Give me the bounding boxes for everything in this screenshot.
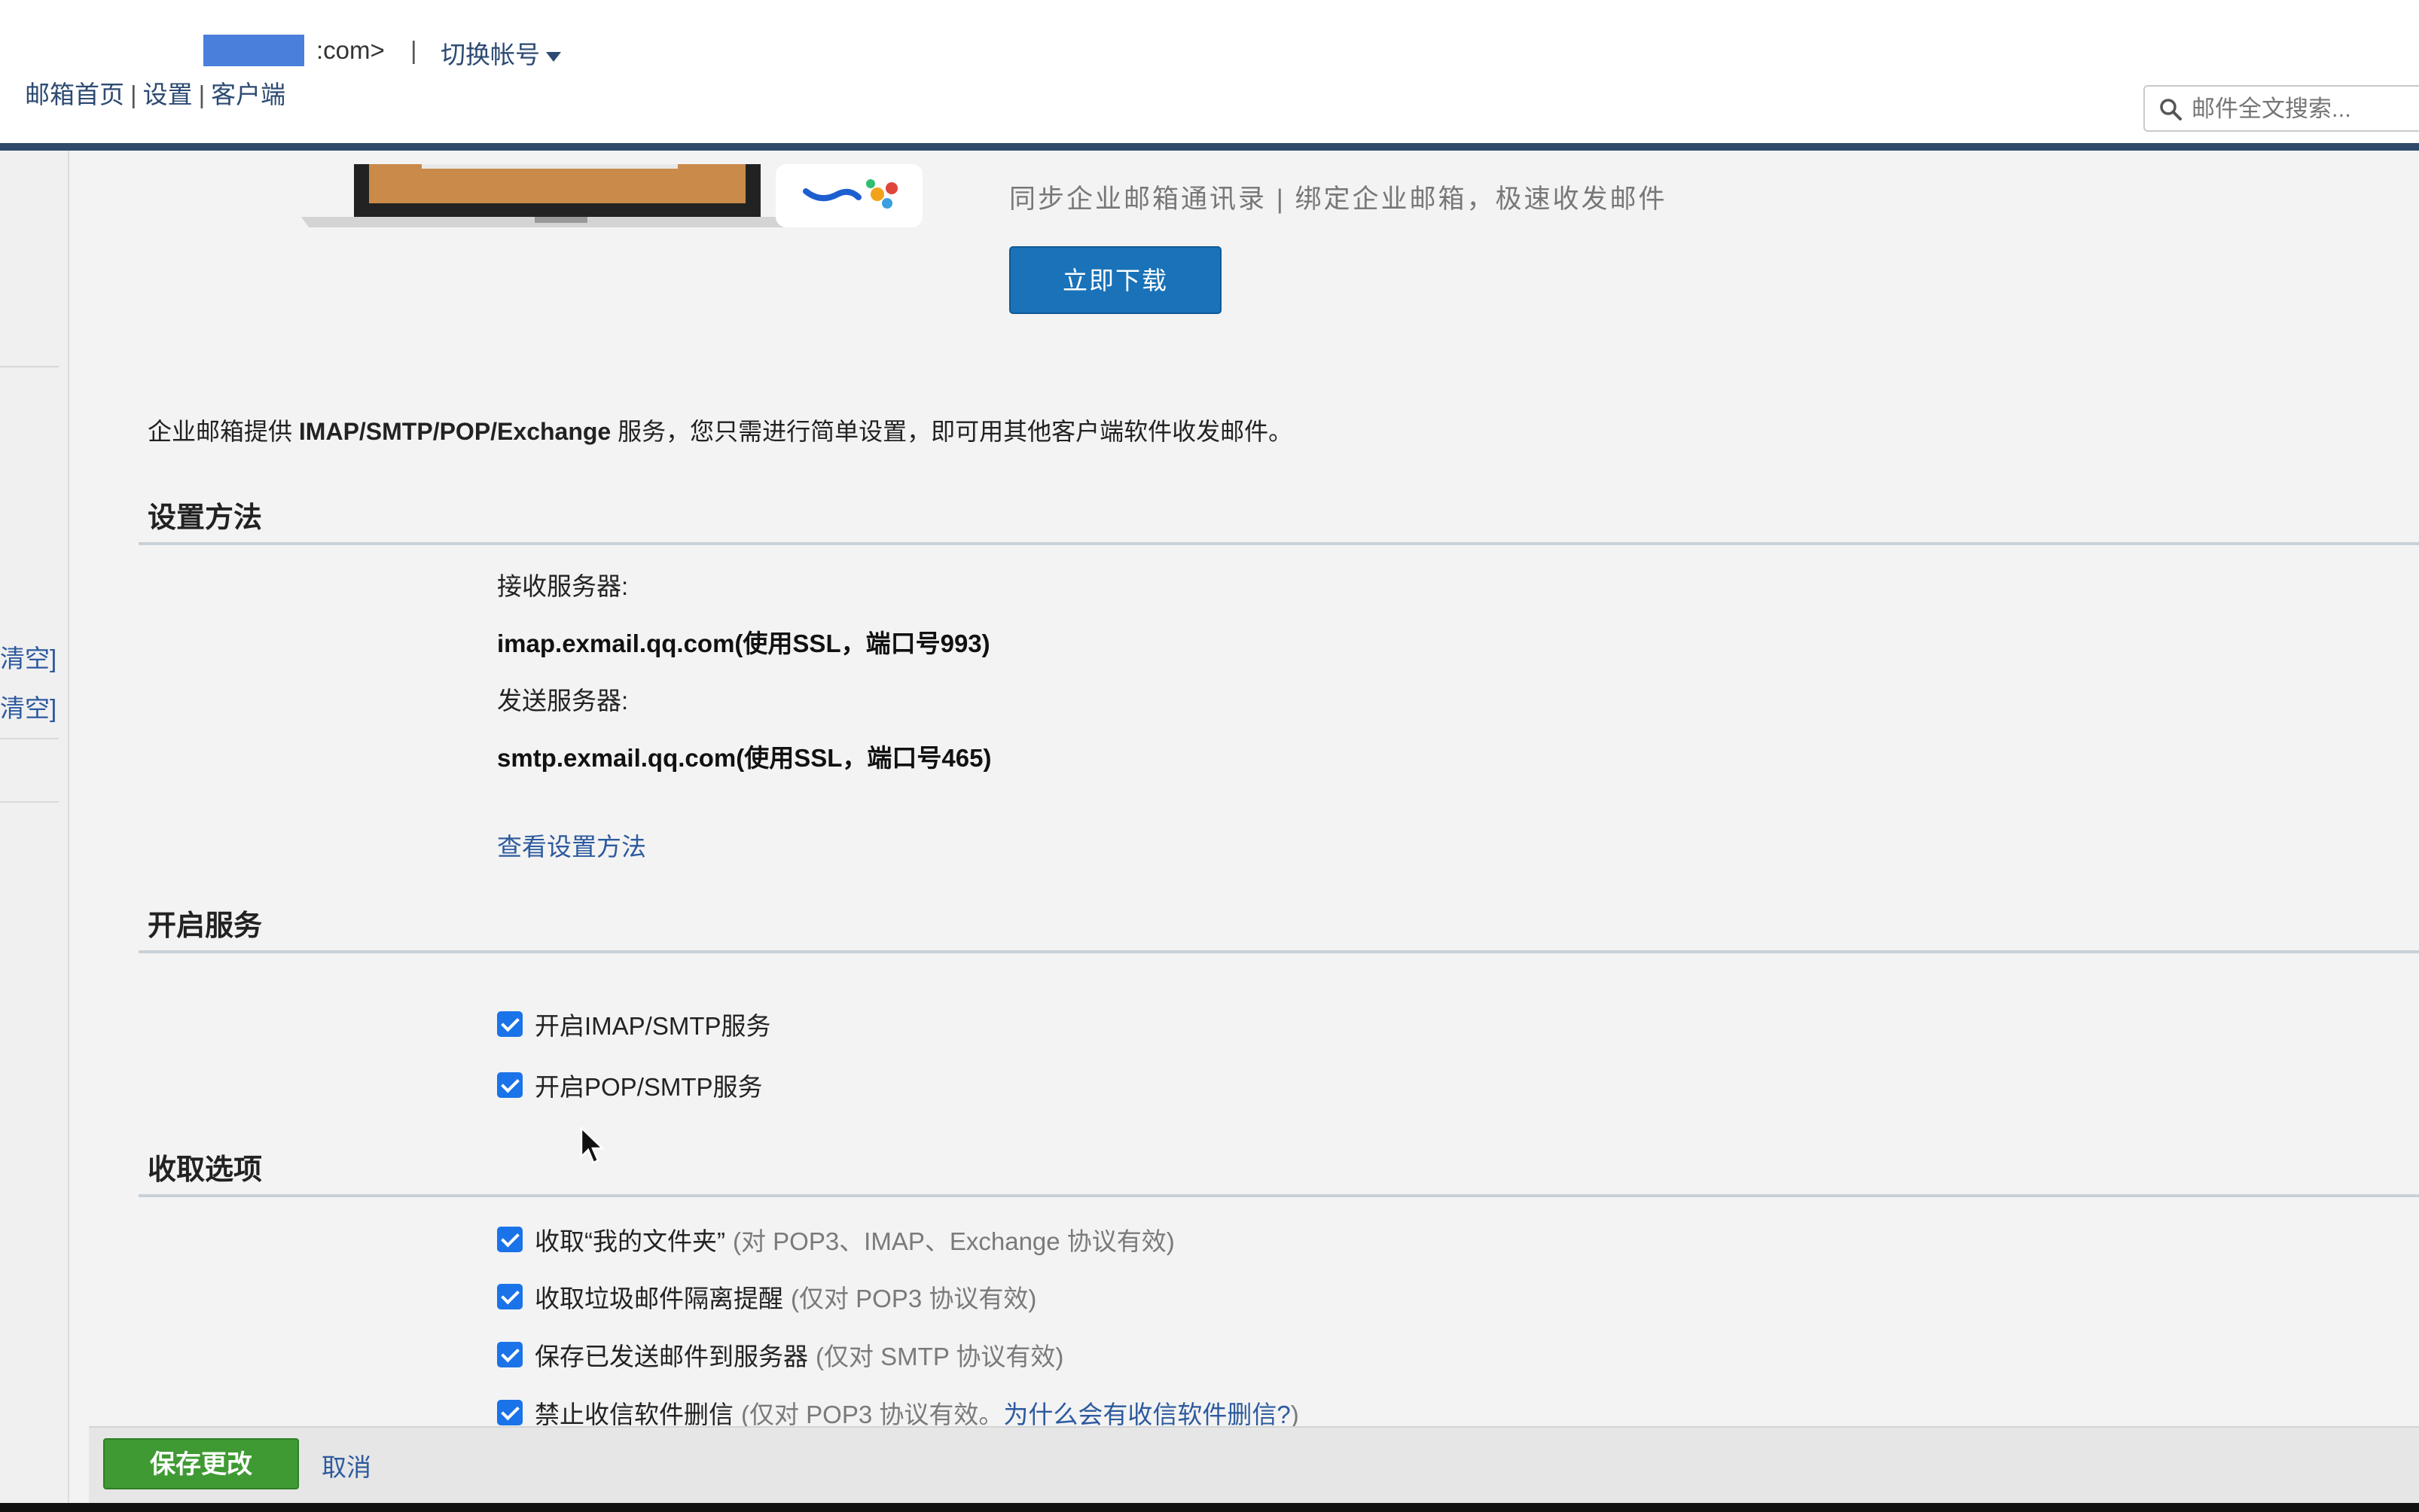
save-sent-checkbox[interactable]	[497, 1342, 523, 1367]
section-divider	[139, 950, 2419, 953]
action-bar	[89, 1426, 2419, 1504]
account-name-redacted	[203, 35, 304, 66]
sidebar-divider	[0, 738, 59, 739]
switch-account-label: 切换帐号	[441, 41, 540, 69]
nav-separator: |	[198, 81, 206, 108]
search-input[interactable]	[2190, 93, 2419, 126]
mouse-pointer-icon	[580, 1126, 606, 1164]
switch-account-button[interactable]: 切换帐号	[441, 35, 561, 71]
mail-home-link[interactable]: 邮箱首页	[25, 81, 124, 108]
banner-description: 同步企业邮箱通讯录 | 绑定企业邮箱，极速收发邮件	[1009, 184, 1667, 214]
intro-text: 企业邮箱提供 IMAP/SMTP/POP/Exchange 服务，您只需进行简单…	[148, 413, 1292, 447]
sidebar-clear-link[interactable]: 清空]	[0, 639, 56, 675]
save-sent-option[interactable]: 保存已发送邮件到服务器 (仅对 SMTP 协议有效)	[497, 1337, 1063, 1373]
fetch-spam-reminder-checkbox[interactable]	[497, 1284, 523, 1309]
option-label: 收取垃圾邮件隔离提醒	[535, 1285, 783, 1312]
top-header: :com> | 切换帐号 邮箱首页 | 设置 | 客户端	[0, 0, 2419, 143]
bottom-edge	[0, 1503, 2419, 1512]
receive-server-label: 接收服务器:	[497, 572, 629, 600]
option-hint: (仅对 POP3 协议有效。为什么会有收信软件删信?)	[741, 1395, 1299, 1431]
save-changes-button[interactable]: 保存更改	[103, 1438, 299, 1489]
send-server-label: 发送服务器:	[497, 687, 629, 715]
receive-server-value: imap.exmail.qq.com(使用SSL，端口号993)	[497, 629, 990, 657]
download-now-button[interactable]: 立即下载	[1009, 246, 1222, 314]
option-hint: (对 POP3、IMAP、Exchange 协议有效)	[732, 1227, 1175, 1255]
header-divider	[0, 143, 2419, 151]
imap-smtp-option[interactable]: 开启IMAP/SMTP服务	[497, 1006, 771, 1042]
fetch-my-folders-checkbox[interactable]	[497, 1227, 523, 1252]
settings-link[interactable]: 设置	[143, 81, 193, 108]
option-label: 收取“我的文件夹”	[535, 1227, 725, 1255]
option-hint: (仅对 POP3 协议有效)	[791, 1285, 1037, 1312]
sidebar-divider	[0, 801, 59, 803]
pop-smtp-checkbox[interactable]	[497, 1072, 523, 1098]
nav-separator: |	[130, 81, 137, 108]
prevent-delete-checkbox[interactable]	[497, 1400, 523, 1425]
services-section-title: 开启服务	[148, 910, 263, 942]
option-hint: (仅对 SMTP 协议有效)	[816, 1343, 1064, 1370]
section-divider	[139, 542, 2419, 545]
header-separator: |	[410, 36, 417, 64]
send-server-value: smtp.exmail.qq.com(使用SSL，端口号465)	[497, 744, 992, 772]
prevent-delete-option[interactable]: 禁止收信软件删信 (仅对 POP3 协议有效。为什么会有收信软件删信?)	[497, 1395, 1299, 1431]
imap-smtp-checkbox[interactable]	[497, 1011, 523, 1037]
client-link[interactable]: 客户端	[211, 81, 285, 108]
pop-smtp-option[interactable]: 开启POP/SMTP服务	[497, 1067, 763, 1103]
section-divider	[139, 1194, 2419, 1197]
header-nav: 邮箱首页 | 设置 | 客户端	[25, 75, 285, 111]
sidebar-divider	[0, 366, 59, 367]
account-suffix: :com>	[316, 36, 385, 64]
option-label: 禁止收信软件删信	[535, 1401, 734, 1428]
intro-suffix: 服务，您只需进行简单设置，即可用其他客户端软件收发邮件。	[611, 418, 1293, 445]
why-delete-link[interactable]: 为什么会有收信软件删信?	[1003, 1401, 1290, 1428]
sidebar-clear-link[interactable]: 清空]	[0, 688, 56, 724]
option-label: 保存已发送邮件到服务器	[535, 1343, 808, 1370]
fetch-section-title: 收取选项	[148, 1154, 263, 1186]
hint-text: (仅对 POP3 协议有效。	[741, 1401, 1004, 1428]
client-promo-image	[301, 164, 923, 227]
option-label: 开启IMAP/SMTP服务	[535, 1012, 771, 1040]
search-icon	[2160, 99, 2182, 120]
left-sidebar: 清空] 清空]	[0, 151, 69, 1512]
setup-section-title: 设置方法	[148, 502, 263, 534]
view-setup-method-link[interactable]: 查看设置方法	[497, 827, 646, 863]
cancel-button[interactable]: 取消	[322, 1447, 371, 1483]
fetch-my-folders-option[interactable]: 收取“我的文件夹” (对 POP3、IMAP、Exchange 协议有效)	[497, 1221, 1175, 1257]
intro-prefix: 企业邮箱提供	[148, 418, 299, 445]
search-box[interactable]	[2143, 85, 2419, 132]
caret-down-icon	[546, 51, 561, 62]
fetch-spam-reminder-option[interactable]: 收取垃圾邮件隔离提醒 (仅对 POP3 协议有效)	[497, 1279, 1036, 1315]
option-label: 开启POP/SMTP服务	[535, 1073, 763, 1101]
hint-end: )	[1290, 1401, 1299, 1428]
intro-protocols: IMAP/SMTP/POP/Exchange	[298, 418, 612, 445]
